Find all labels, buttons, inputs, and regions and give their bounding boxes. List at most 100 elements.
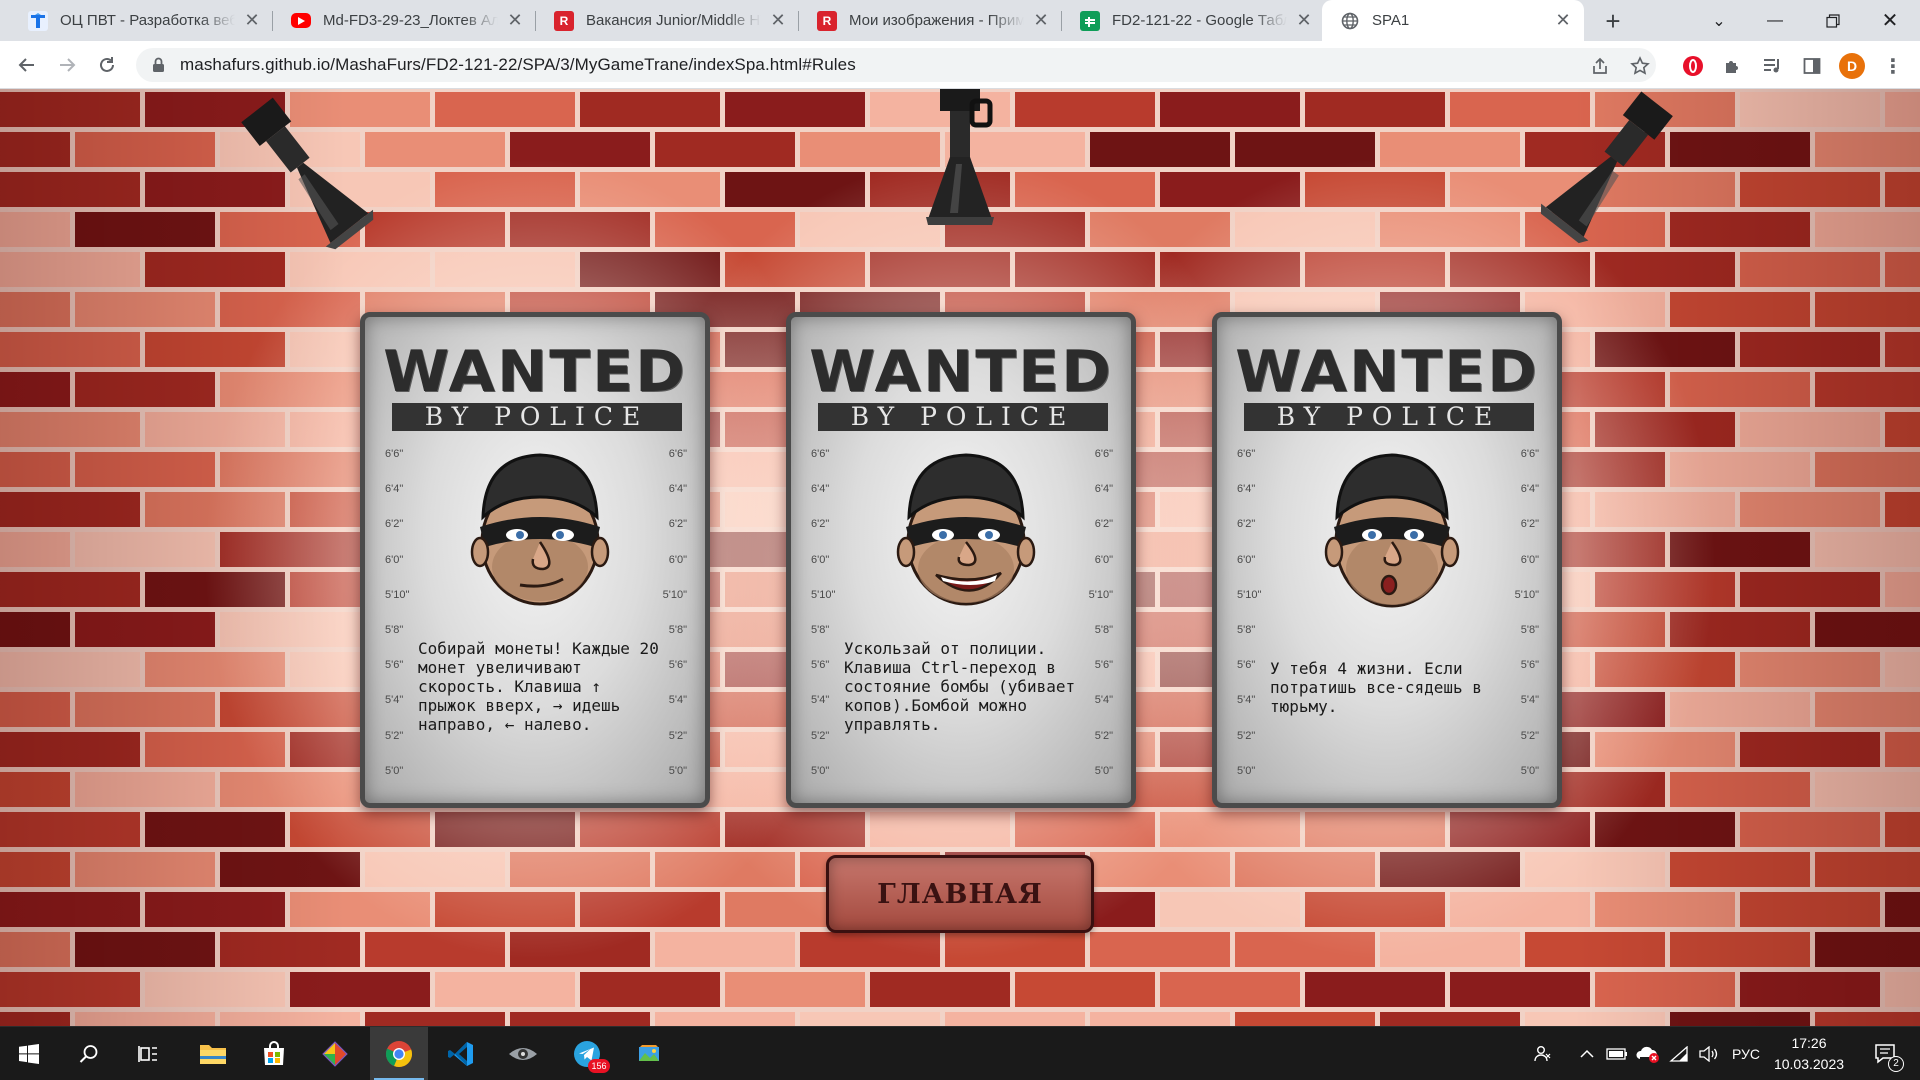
robber-face-grin — [896, 453, 1036, 606]
share-icon[interactable] — [1590, 56, 1610, 76]
notification-center-icon[interactable]: 2 — [1866, 1042, 1906, 1072]
height-tick: 5'10" — [1088, 588, 1113, 601]
people-icon[interactable] — [1530, 1042, 1556, 1066]
close-window-button[interactable]: ✕ — [1867, 0, 1913, 41]
spotlight-right — [1540, 91, 1673, 244]
git-icon[interactable] — [306, 1027, 364, 1080]
clock-date: 10.03.2023 — [1773, 1056, 1845, 1072]
tab-search-icon[interactable]: ⌄ — [1696, 0, 1742, 41]
volume-icon[interactable] — [1696, 1042, 1722, 1066]
system-clock[interactable]: 17:26 10.03.2023 — [1764, 1033, 1854, 1075]
notification-count: 2 — [1888, 1056, 1904, 1072]
telegram-unread-badge: 156 — [588, 1059, 610, 1073]
close-tab-icon[interactable]: ✕ — [1030, 10, 1052, 32]
browser-tab[interactable]: R Вакансия Junior/Middle HT ✕ — [536, 0, 799, 41]
store-icon[interactable] — [245, 1027, 303, 1080]
reload-button[interactable] — [92, 50, 122, 80]
restore-button[interactable] — [1810, 0, 1856, 41]
height-tick: 6'4" — [1237, 483, 1256, 496]
windows-taskbar: 156 РУС 17:26 10.03.2023 2 — [0, 1026, 1920, 1080]
new-tab-button[interactable]: + — [1598, 6, 1628, 36]
close-tab-icon[interactable]: ✕ — [241, 10, 263, 32]
height-tick: 6'0" — [385, 553, 404, 566]
tab-title: Мои изображения - Прим — [849, 12, 1024, 29]
robber-face-smirk — [470, 453, 610, 606]
spotlight-left — [241, 97, 374, 250]
poster-subheading: BY POLICE — [1244, 403, 1534, 431]
language-indicator[interactable]: РУС — [1728, 1042, 1764, 1066]
height-tick: 5'0" — [385, 764, 404, 777]
height-tick: 5'8" — [1237, 623, 1256, 636]
height-tick: 6'0" — [668, 553, 687, 566]
close-tab-icon[interactable]: ✕ — [767, 10, 789, 32]
search-icon[interactable] — [60, 1027, 118, 1080]
height-scale: 6'6" 6'4" 6'2" 6'0" 5'10" 5'8" 5'6" 5'4" 5'2" 5'0… — [1237, 448, 1277, 800]
height-tick: 5'10" — [662, 588, 687, 601]
bookmark-star-icon[interactable] — [1630, 56, 1650, 76]
height-tick: 5'2" — [1520, 729, 1539, 742]
height-tick: 5'2" — [385, 729, 404, 742]
forward-button[interactable] — [52, 50, 82, 80]
file-explorer-icon[interactable] — [184, 1027, 242, 1080]
clock-time: 17:26 — [1791, 1035, 1827, 1051]
height-tick: 5'10" — [811, 588, 836, 601]
task-view-icon[interactable] — [120, 1027, 178, 1080]
height-tick: 6'2" — [668, 518, 687, 531]
height-tick: 5'0" — [1094, 764, 1113, 777]
telegram-icon[interactable]: 156 — [558, 1027, 616, 1080]
wanted-poster-lives: WANTED BY POLICE 6'6" 6'4" 6'2" 6'0" 5'10" 5'… — [1212, 312, 1562, 808]
height-tick: 5'2" — [1094, 729, 1113, 742]
tab-strip: ОЦ ПВТ - Разработка веб- ✕ Md-FD3-29-23_… — [0, 0, 1920, 41]
height-tick: 6'6" — [385, 448, 404, 460]
media-control-icon[interactable] — [1759, 53, 1785, 79]
spotlight-center — [926, 89, 994, 225]
browser-tab-active[interactable]: SPA1 ✕ — [1322, 0, 1584, 41]
opera-vpn-icon[interactable] — [1680, 53, 1706, 79]
height-tick: 6'6" — [1237, 448, 1256, 460]
minimize-button[interactable]: — — [1752, 0, 1798, 41]
height-tick: 6'4" — [668, 483, 687, 496]
chrome-icon[interactable] — [370, 1027, 428, 1080]
browser-tab[interactable]: Md-FD3-29-23_Локтев Але ✕ — [273, 0, 536, 41]
show-hidden-icons-chevron[interactable] — [1576, 1042, 1598, 1066]
extensions-puzzle-icon[interactable] — [1720, 53, 1746, 79]
battery-icon[interactable] — [1604, 1042, 1630, 1066]
lock-icon[interactable] — [150, 57, 166, 73]
height-tick: 6'6" — [811, 448, 830, 460]
height-tick: 6'2" — [1520, 518, 1539, 531]
rule-text: У тебя 4 жизни. Если потратишь все-сядеш… — [1270, 659, 1492, 716]
height-tick: 6'6" — [668, 448, 687, 460]
address-bar[interactable]: mashafurs.github.io/MashaFurs/FD2-121-22… — [136, 48, 1656, 82]
height-tick: 6'4" — [1520, 483, 1539, 496]
height-tick: 6'6" — [1094, 448, 1113, 460]
close-tab-icon[interactable]: ✕ — [1552, 10, 1574, 32]
tab-title: FD2-121-22 - Google Табл — [1112, 12, 1287, 29]
start-button[interactable] — [0, 1027, 58, 1080]
height-tick: 5'2" — [811, 729, 830, 742]
profile-avatar[interactable]: D — [1839, 53, 1865, 79]
url-text[interactable]: mashafurs.github.io/MashaFurs/FD2-121-22… — [180, 55, 856, 75]
browser-tab[interactable]: ОЦ ПВТ - Разработка веб- ✕ — [10, 0, 273, 41]
menu-kebab-icon[interactable]: ⋮ — [1880, 53, 1906, 79]
height-scale: 6'6" 6'4" 6'2" 6'0" 5'10" 5'8" 5'6" 5'4" 5'2" 5'0… — [647, 448, 687, 800]
vscode-icon[interactable] — [432, 1027, 490, 1080]
browser-tab[interactable]: R Мои изображения - Прим ✕ — [799, 0, 1062, 41]
height-tick: 5'0" — [1237, 764, 1256, 777]
side-panel-icon[interactable] — [1799, 53, 1825, 79]
poster-heading: WANTED — [383, 338, 687, 406]
height-tick: 6'4" — [1094, 483, 1113, 496]
tab-title: ОЦ ПВТ - Разработка веб- — [60, 12, 235, 29]
height-tick: 6'2" — [385, 518, 404, 531]
close-tab-icon[interactable]: ✕ — [504, 10, 526, 32]
eye-app-icon[interactable] — [494, 1027, 552, 1080]
poster-heading: WANTED — [1235, 338, 1539, 406]
browser-toolbar: mashafurs.github.io/MashaFurs/FD2-121-22… — [0, 41, 1920, 89]
back-button[interactable] — [12, 50, 42, 80]
paint-icon[interactable] — [620, 1027, 678, 1080]
wifi-icon[interactable] — [1666, 1042, 1692, 1066]
close-tab-icon[interactable]: ✕ — [1293, 10, 1315, 32]
onedrive-error-icon[interactable] — [1634, 1042, 1662, 1066]
main-page-button[interactable]: ГЛАВНАЯ — [826, 855, 1094, 933]
height-tick: 5'10" — [385, 588, 410, 601]
browser-tab[interactable]: FD2-121-22 - Google Табл ✕ — [1062, 0, 1325, 41]
